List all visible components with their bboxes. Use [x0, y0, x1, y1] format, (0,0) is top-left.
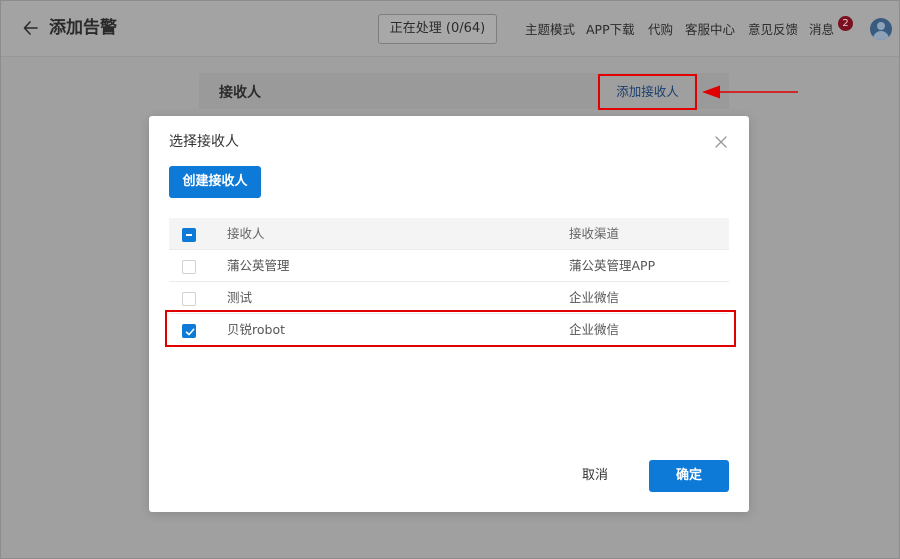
nav-messages[interactable]: 消息 — [809, 22, 834, 38]
row-checkbox-checked[interactable] — [182, 324, 196, 338]
arrow-left-icon[interactable] — [23, 18, 41, 38]
column-header-channel: 接收渠道 — [569, 226, 620, 241]
table-row[interactable]: 蒲公英管理 蒲公英管理APP — [169, 250, 729, 282]
table-header-row: 接收人 接收渠道 — [169, 218, 729, 250]
user-avatar-icon[interactable] — [870, 18, 892, 40]
row-checkbox[interactable] — [182, 292, 196, 306]
column-header-receiver: 接收人 — [227, 226, 265, 241]
nav-purchase[interactable]: 代购 — [648, 22, 673, 38]
nav-app-download[interactable]: APP下载 — [586, 22, 635, 38]
table-row[interactable]: 测试 企业微信 — [169, 282, 729, 314]
receiver-table: 接收人 接收渠道 蒲公英管理 蒲公英管理APP 测试 企业微信 贝锐robot … — [169, 218, 729, 346]
select-receiver-modal: 选择接收人 创建接收人 接收人 接收渠道 蒲公英管理 蒲公英管理APP 测试 企… — [149, 116, 749, 512]
receiver-section-label: 接收人 — [219, 85, 261, 101]
modal-title: 选择接收人 — [169, 134, 239, 150]
create-receiver-button[interactable]: 创建接收人 — [169, 166, 261, 198]
add-receiver-link[interactable]: 添加接收人 — [598, 74, 697, 110]
nav-customer-service[interactable]: 客服中心 — [685, 22, 735, 38]
nav-feedback[interactable]: 意见反馈 — [748, 22, 798, 38]
page-title: 添加告警 — [49, 18, 117, 38]
receiver-name: 测试 — [227, 290, 253, 305]
close-icon[interactable] — [713, 134, 729, 150]
annotation-arrow-icon — [702, 85, 798, 99]
receiver-name: 蒲公英管理 — [227, 258, 290, 273]
top-header: 添加告警 正在处理 (0/64) 主题模式 APP下载 代购 客服中心 意见反馈… — [1, 1, 899, 57]
checkmark-icon — [185, 328, 195, 336]
processing-status-button[interactable]: 正在处理 (0/64) — [378, 14, 497, 44]
receiver-channel: 企业微信 — [569, 290, 620, 305]
receiver-channel: 蒲公英管理APP — [569, 258, 656, 273]
nav-theme-mode[interactable]: 主题模式 — [525, 22, 575, 38]
table-row[interactable]: 贝锐robot 企业微信 — [169, 314, 729, 346]
receiver-channel: 企业微信 — [569, 322, 620, 337]
confirm-button[interactable]: 确定 — [649, 460, 729, 492]
row-checkbox[interactable] — [182, 260, 196, 274]
receiver-name: 贝锐robot — [227, 322, 285, 337]
cancel-button[interactable]: 取消 — [566, 460, 624, 492]
select-all-checkbox[interactable] — [182, 228, 196, 242]
message-count-badge: 2 — [838, 16, 853, 31]
